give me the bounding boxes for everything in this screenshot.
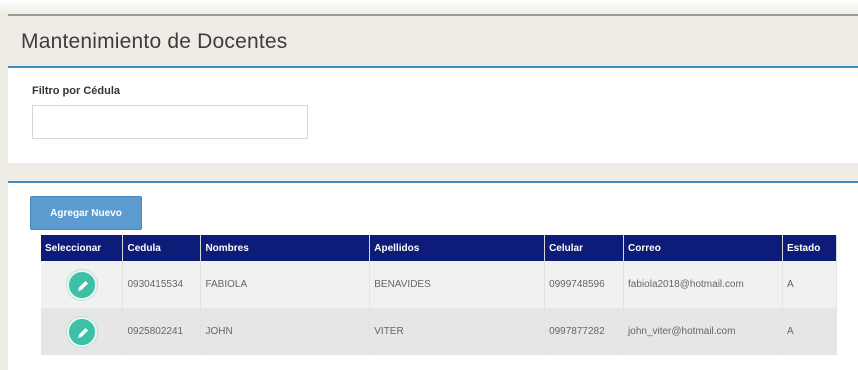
edit-button[interactable] (66, 316, 97, 347)
page-title: Mantenimiento de Docentes (21, 30, 288, 53)
cell-correo: john_viter@hotmail.com (623, 308, 783, 355)
cell-estado: A (782, 261, 838, 308)
cedula-filter-input[interactable] (32, 105, 308, 139)
panel-gap (8, 163, 858, 181)
edit-button[interactable] (66, 269, 97, 300)
col-header-seleccionar: Seleccionar (41, 235, 124, 261)
cell-apellidos: VITER (369, 308, 546, 355)
col-header-celular: Celular (544, 235, 625, 261)
col-header-estado: Estado (782, 235, 838, 261)
col-header-apellidos: Apellidos (369, 235, 546, 261)
cell-celular: 0997877282 (544, 308, 625, 355)
pencil-icon (77, 280, 88, 291)
cell-cedula: 0925802241 (122, 308, 202, 355)
page-header: Mantenimiento de Docentes (8, 14, 858, 60)
pencil-icon (77, 327, 88, 338)
add-new-button[interactable]: Agregar Nuevo (30, 196, 142, 230)
select-cell (41, 261, 124, 308)
docentes-panel: Agregar Nuevo Seleccionar Cedula Nombres… (8, 181, 858, 370)
filter-panel: Filtro por Cédula (8, 66, 858, 163)
cell-nombres: FABIOLA (200, 261, 371, 308)
table-row: 0930415534 FABIOLA BENAVIDES 0999748596 … (41, 261, 838, 308)
select-cell (41, 308, 124, 355)
col-header-correo: Correo (623, 235, 783, 261)
table-row: 0925802241 JOHN VITER 0997877282 john_vi… (41, 308, 838, 355)
col-header-cedula: Cedula (122, 235, 202, 261)
filter-label: Filtro por Cédula (32, 85, 120, 97)
table-header-row: Seleccionar Cedula Nombres Apellidos Cel… (41, 235, 838, 261)
cell-celular: 0999748596 (544, 261, 625, 308)
cell-nombres: JOHN (200, 308, 371, 355)
cell-cedula: 0930415534 (122, 261, 202, 308)
cell-correo: fabiola2018@hotmail.com (623, 261, 783, 308)
top-bar (0, 0, 858, 12)
col-header-nombres: Nombres (200, 235, 371, 261)
cell-estado: A (782, 308, 838, 355)
cell-apellidos: BENAVIDES (369, 261, 546, 308)
docentes-table: Seleccionar Cedula Nombres Apellidos Cel… (41, 235, 838, 355)
